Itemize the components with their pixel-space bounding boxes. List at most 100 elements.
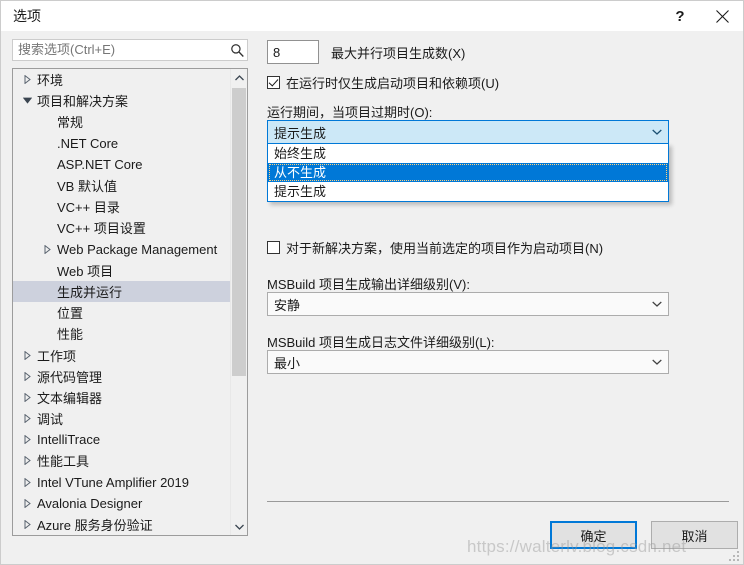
chevron-down-icon xyxy=(646,359,668,365)
tree-item-label: Intel VTune Amplifier 2019 xyxy=(37,474,189,490)
chevron-right-icon[interactable] xyxy=(19,371,35,381)
tree-item-label: 文本编辑器 xyxy=(37,390,103,406)
options-tree[interactable]: 环境项目和解决方案常规 .NET Core ASP.NET Core VB 默认值 VC… xyxy=(12,68,248,536)
tree-item[interactable]: 调试 xyxy=(13,408,230,429)
tree-item-label: Web 项目 xyxy=(57,263,114,279)
chevron-right-icon[interactable] xyxy=(19,520,35,530)
tree-item-label: IntelliTrace xyxy=(37,432,101,448)
tree-item-label: Web Package Management xyxy=(57,241,218,257)
chevron-right-icon[interactable] xyxy=(19,477,35,487)
max-parallel-builds-row: 最大并行项目生成数(X) xyxy=(267,40,465,64)
chevron-right-icon[interactable] xyxy=(19,392,35,402)
tree-item[interactable]: 常规 xyxy=(13,111,230,132)
tree-item-label: Azure 服务身份验证 xyxy=(37,518,153,534)
only-build-startup-checkbox[interactable] xyxy=(267,76,280,89)
tree-item[interactable]: 性能工具 xyxy=(13,450,230,471)
tree-item[interactable]: 源代码管理 xyxy=(13,366,230,387)
max-parallel-builds-label: 最大并行项目生成数(X) xyxy=(331,45,466,61)
tree-item[interactable]: 环境 xyxy=(13,69,230,90)
close-icon xyxy=(715,9,729,23)
on-run-outdated-dropdown-list[interactable]: 始终生成 从不生成 提示生成 xyxy=(267,143,669,202)
tree-item-label: 性能工具 xyxy=(37,454,90,470)
chevron-down-icon[interactable] xyxy=(19,97,35,104)
tree-item[interactable]: Intel VTune Amplifier 2019 xyxy=(13,472,230,493)
tree-item[interactable]: Avalonia Designer xyxy=(13,493,230,514)
tree-item-label: VC++ 目录 xyxy=(57,200,120,216)
chevron-right-icon[interactable] xyxy=(19,498,35,508)
new-solution-startup-checkbox-row[interactable]: 对于新解决方案，使用当前选定的项目作为启动项目(N) xyxy=(267,238,603,257)
msbuild-log-verbosity-label: MSBuild 项目生成日志文件详细级别(L): xyxy=(267,335,495,350)
tree-item[interactable]: 工作项 xyxy=(13,344,230,365)
tree-item-label: VC++ 项目设置 xyxy=(57,221,146,237)
scroll-down-arrow-icon[interactable] xyxy=(231,518,247,535)
cancel-button[interactable]: 取消 xyxy=(651,521,738,549)
footer-separator xyxy=(267,501,729,502)
tree-item[interactable]: IntelliTrace xyxy=(13,429,230,450)
tree-item[interactable]: 位置 xyxy=(13,302,230,323)
on-run-outdated-combobox[interactable]: 提示生成 xyxy=(267,120,669,144)
tree-item-label: 项目和解决方案 xyxy=(37,94,129,110)
ok-button[interactable]: 确定 xyxy=(550,521,637,549)
chevron-right-icon[interactable] xyxy=(19,435,35,445)
resize-grip[interactable] xyxy=(727,549,739,561)
tree-item-label: 位置 xyxy=(57,306,84,322)
tree-vertical-scrollbar[interactable] xyxy=(230,69,247,535)
tree-item[interactable]: 项目和解决方案 xyxy=(13,90,230,111)
new-solution-startup-checkbox[interactable] xyxy=(267,241,280,254)
question-mark-icon: ? xyxy=(675,7,685,25)
chevron-right-icon[interactable] xyxy=(19,456,35,466)
tree-item-label: 性能 xyxy=(57,327,84,343)
dropdown-option[interactable]: 始终生成 xyxy=(268,144,668,163)
max-parallel-builds-input[interactable] xyxy=(267,40,319,64)
tree-scroll-port: 环境项目和解决方案常规 .NET Core ASP.NET Core VB 默认值 VC… xyxy=(13,69,230,535)
chevron-right-icon[interactable] xyxy=(19,350,35,360)
tree-item[interactable]: Web Package Management xyxy=(13,239,230,260)
search-icon xyxy=(227,40,247,60)
tree-item[interactable]: ASP.NET Core xyxy=(13,154,230,175)
msbuild-output-verbosity-value: 安静 xyxy=(274,297,301,313)
msbuild-log-verbosity-value: 最小 xyxy=(274,355,301,371)
on-run-outdated-value: 提示生成 xyxy=(274,125,327,141)
tree-item-label: 源代码管理 xyxy=(37,369,103,385)
chevron-down-icon xyxy=(646,129,668,135)
options-navigation-pane: 环境项目和解决方案常规 .NET Core ASP.NET Core VB 默认值 VC… xyxy=(1,31,259,564)
tree-item[interactable]: Web 项目 xyxy=(13,260,230,281)
tree-item[interactable]: VB 默认值 xyxy=(13,175,230,196)
scroll-up-arrow-icon[interactable] xyxy=(231,69,247,86)
window-title: 选项 xyxy=(13,8,41,24)
tree-item[interactable]: .NET Core xyxy=(13,133,230,154)
on-run-outdated-label: 运行期间，当项目过期时(O): xyxy=(267,105,433,120)
options-dialog: 选项 ? 环境项目和解决方案常规 .NET Core ASP.NET Core VB … xyxy=(0,0,744,565)
msbuild-output-verbosity-combobox[interactable]: 安静 xyxy=(267,292,669,316)
tree-item-label: 工作项 xyxy=(37,348,77,364)
msbuild-log-verbosity-combobox[interactable]: 最小 xyxy=(267,350,669,374)
tree-item-label: 生成并运行 xyxy=(57,284,123,300)
msbuild-output-verbosity-label: MSBuild 项目生成输出详细级别(V): xyxy=(267,277,470,292)
scrollbar-thumb[interactable] xyxy=(232,88,246,376)
tree-item[interactable]: 性能 xyxy=(13,323,230,344)
tree-item[interactable]: VC++ 目录 xyxy=(13,196,230,217)
search-box[interactable] xyxy=(12,39,248,61)
tree-item-label: ASP.NET Core xyxy=(57,156,143,172)
chevron-right-icon[interactable] xyxy=(19,414,35,424)
tree-item[interactable]: VC++ 项目设置 xyxy=(13,217,230,238)
tree-item-label: 环境 xyxy=(37,73,64,89)
dropdown-option[interactable]: 从不生成 xyxy=(268,163,668,182)
help-button[interactable]: ? xyxy=(659,1,701,31)
chevron-down-icon xyxy=(646,301,668,307)
search-input[interactable] xyxy=(13,41,227,59)
only-build-startup-label: 在运行时仅生成启动项目和依赖项(U) xyxy=(286,76,500,91)
tree-item-label: 常规 xyxy=(57,115,84,131)
chevron-right-icon[interactable] xyxy=(39,244,55,254)
chevron-right-icon[interactable] xyxy=(19,75,35,85)
tree-item[interactable]: 生成并运行 xyxy=(13,280,230,303)
dropdown-option[interactable]: 提示生成 xyxy=(268,182,668,201)
tree-item[interactable]: 文本编辑器 xyxy=(13,387,230,408)
tree-item-label: Avalonia Designer xyxy=(37,495,143,511)
tree-item-label: .NET Core xyxy=(57,135,119,151)
title-bar: 选项 ? xyxy=(1,1,743,31)
only-build-startup-checkbox-row[interactable]: 在运行时仅生成启动项目和依赖项(U) xyxy=(267,73,499,92)
close-button[interactable] xyxy=(701,1,743,31)
tree-item[interactable]: Azure 服务身份验证 xyxy=(13,514,230,535)
new-solution-startup-label: 对于新解决方案，使用当前选定的项目作为启动项目(N) xyxy=(286,241,604,256)
